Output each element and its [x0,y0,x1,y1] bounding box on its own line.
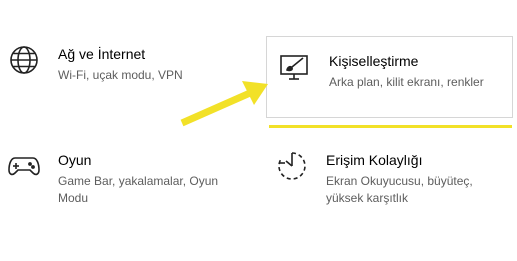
tile-description: Arka plan, kilit ekranı, renkler [329,75,484,89]
tile-description: Ekran Okuyucusu, büyüteç, yüksek karşıtl… [326,174,473,205]
tile-description: Game Bar, yakalamalar, Oyun Modu [58,174,219,205]
settings-tile-ease-of-access[interactable]: Erişim Kolaylığı Ekran Okuyucusu, büyüte… [276,150,516,210]
tile-description: Wi-Fi, uçak modu, VPN [58,68,183,82]
settings-tile-personalization[interactable]: Kişiselleştirme Arka plan, kilit ekranı,… [266,36,513,118]
tile-title: Ağ ve İnternet [58,46,146,62]
globe-icon [8,44,40,76]
ease-of-access-icon [276,150,308,182]
tile-title: Kişiselleştirme [329,53,419,69]
settings-tile-gaming[interactable]: Oyun Game Bar, yakalamalar, Oyun Modu [8,150,248,210]
tile-title: Erişim Kolaylığı [326,152,423,168]
focus-highlight-underline [269,125,512,128]
personalization-brush-icon [279,51,311,83]
annotation-arrow-icon [180,81,268,127]
tile-title: Oyun [58,152,92,168]
gamepad-icon [8,150,40,182]
